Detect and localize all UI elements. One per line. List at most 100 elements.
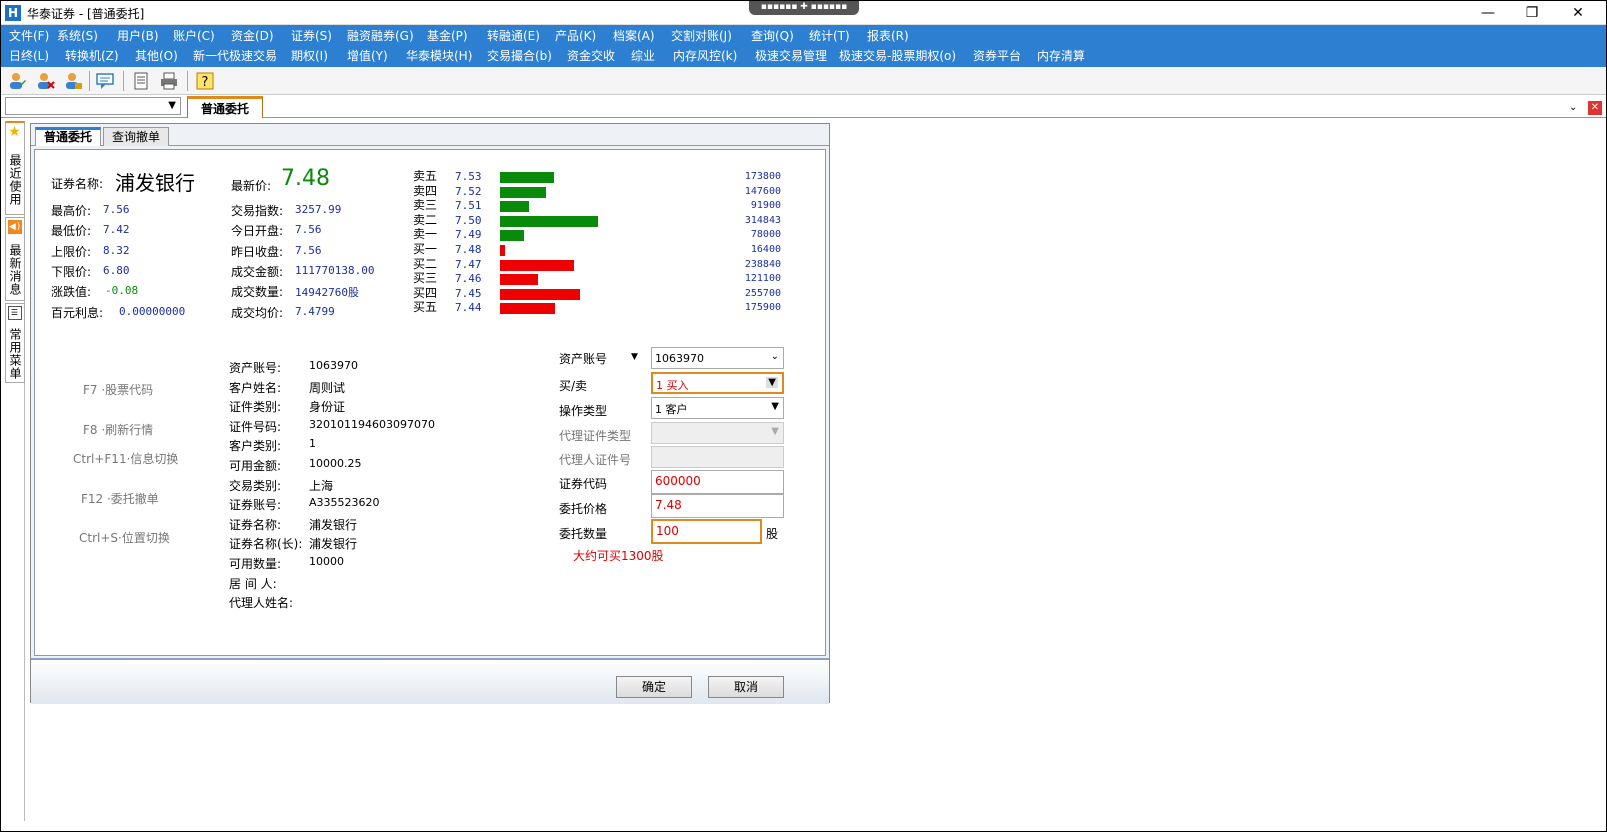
- depth-volume: 16400: [750, 244, 781, 255]
- info-label: 客户姓名:: [229, 380, 282, 395]
- menu-item[interactable]: 交易撮合(b): [487, 47, 552, 64]
- menu-item[interactable]: 综业: [631, 47, 655, 64]
- depth-label: 买五: [413, 300, 438, 315]
- buy-sell-select[interactable]: 1 买入 ▼: [651, 372, 784, 394]
- menu-item[interactable]: 其他(O): [135, 47, 178, 64]
- drag-handle[interactable]: ▪▪▪▪▪▪ ✚ ▪▪▪▪▪▪: [749, 1, 859, 15]
- menu-item[interactable]: 新一代极速交易: [193, 47, 277, 64]
- message-icon[interactable]: [95, 71, 115, 91]
- sidebar-tab-recent-label: 最近使用: [8, 153, 22, 206]
- last-price-label: 最新价:: [231, 179, 272, 193]
- menu-item[interactable]: 档案(A): [613, 27, 655, 44]
- info-label: 居 间 人:: [229, 576, 277, 591]
- sidebar-tab-menu-label: 常用菜单: [8, 328, 22, 380]
- menu-item[interactable]: 期权(I): [291, 47, 328, 64]
- menu-item[interactable]: 基金(P): [427, 27, 468, 44]
- speaker-icon: ◀): [8, 220, 22, 234]
- menu-item[interactable]: 极速交易管理: [755, 47, 827, 64]
- hotkey-hint: Ctrl+F11·信息切换: [73, 452, 179, 466]
- tab-normal-order-sub[interactable]: 普通委托: [35, 127, 102, 146]
- menu-item[interactable]: 资金(D): [231, 27, 274, 44]
- caret-down-icon[interactable]: ▼: [631, 352, 638, 362]
- menu-item[interactable]: 极速交易-股票期权(o): [839, 47, 956, 64]
- info-label: 可用数量:: [229, 557, 282, 571]
- window-select-dropdown[interactable]: ▼: [5, 97, 181, 115]
- document-icon[interactable]: [131, 71, 151, 91]
- quote-left-value: 6.80: [103, 263, 130, 277]
- depth-price: 7.44: [455, 301, 482, 315]
- price-label: 委托价格: [559, 502, 608, 516]
- tab-list-chevron-icon[interactable]: ⌄: [1566, 101, 1580, 115]
- last-price-value: 7.48: [281, 166, 330, 191]
- asset-account-select[interactable]: 1063970 ⌄: [651, 347, 784, 369]
- stock-name-label: 证券名称:: [51, 177, 104, 191]
- menu-item[interactable]: 增值(Y): [347, 47, 388, 64]
- depth-label: 买一: [413, 242, 438, 256]
- menu-item[interactable]: 内存清算: [1037, 47, 1085, 64]
- printer-icon[interactable]: [159, 71, 179, 91]
- info-value: 身份证: [309, 400, 346, 415]
- quote-mid-label: 成交金额:: [231, 264, 284, 279]
- menu-item[interactable]: 产品(K): [555, 27, 596, 44]
- hotkey-hint: Ctrl+S·位置切换: [79, 531, 170, 545]
- depth-volume: 238840: [744, 258, 781, 270]
- depth-price: 7.53: [455, 170, 482, 183]
- menu-item[interactable]: 融资融券(G): [347, 27, 414, 44]
- title-bar: H 华泰证券 - [普通委托] ▪▪▪▪▪▪ ✚ ▪▪▪▪▪▪ — ❐ ✕: [1, 1, 1606, 25]
- menu-item[interactable]: 证券(S): [291, 27, 332, 44]
- normal-order-dialog: 普通委托 查询撤单 证券名称: 浦发银行 最高价: 7.56 最低价: 7.42 上限价…: [30, 123, 830, 704]
- help-icon[interactable]: ?: [195, 71, 215, 91]
- restore-icon[interactable]: ❐: [1517, 3, 1547, 23]
- agent-cert-no-input[interactable]: [651, 446, 784, 468]
- op-type-value: 1 客户: [655, 403, 688, 416]
- cancel-button[interactable]: 取消: [708, 676, 784, 698]
- menu-item[interactable]: 转融通(E): [487, 27, 540, 44]
- close-icon[interactable]: ✕: [1563, 3, 1593, 23]
- menu-item[interactable]: 账户(C): [173, 27, 215, 44]
- menu-item[interactable]: 统计(T): [809, 27, 850, 44]
- sidebar-tab-recent[interactable]: ★ 最近使用: [5, 121, 25, 215]
- user-lock-icon[interactable]: [63, 71, 83, 91]
- menu-item[interactable]: 报表(R): [867, 27, 909, 44]
- menu-item[interactable]: 交割对账(J): [671, 27, 732, 44]
- user-edit-icon[interactable]: [7, 71, 27, 91]
- tab-query-cancel[interactable]: 查询撤单: [103, 127, 170, 146]
- price-input[interactable]: 7.48: [651, 494, 784, 518]
- sidebar-tab-news[interactable]: ◀) 最新消息: [5, 217, 25, 301]
- sidebar-tab-menu[interactable]: ☰ 常用菜单: [5, 303, 25, 383]
- menu-item[interactable]: 文件(F): [9, 27, 49, 44]
- minimize-icon[interactable]: —: [1473, 3, 1503, 23]
- quote-left-label: 涨跌值:: [51, 285, 92, 300]
- depth-label: 卖一: [413, 227, 438, 242]
- tab-normal-order[interactable]: 普通委托: [187, 96, 263, 118]
- tab-close-icon[interactable]: ✕: [1588, 101, 1602, 115]
- info-value: 10000.25: [309, 457, 362, 470]
- tab-controls: ⌄ ✕: [1562, 99, 1602, 115]
- chevron-down-icon: ▼: [771, 401, 779, 412]
- qty-input[interactable]: 100: [651, 519, 762, 544]
- quote-left-label: 下限价:: [51, 264, 92, 279]
- app-logo-icon: H: [5, 5, 21, 21]
- menu-item[interactable]: 转换机(Z): [65, 47, 119, 64]
- qty-value: 100: [656, 524, 679, 538]
- agent-cert-type-select[interactable]: ▼: [651, 422, 784, 444]
- order-panel: 证券名称: 浦发银行 最高价: 7.56 最低价: 7.42 上限价: 8.32 下限价: 6…: [34, 149, 826, 656]
- menu-item[interactable]: 资券平台: [973, 47, 1021, 64]
- user-delete-icon[interactable]: [35, 71, 55, 91]
- depth-bar: [500, 245, 505, 256]
- hotkey-hint: F8 ·刷新行情: [83, 423, 154, 437]
- menu-item[interactable]: 查询(Q): [751, 27, 794, 44]
- menu-item[interactable]: 华泰模块(H): [406, 47, 472, 64]
- depth-volume: 78000: [750, 229, 781, 241]
- confirm-button[interactable]: 确定: [616, 676, 692, 698]
- op-type-select[interactable]: 1 客户 ▼: [651, 397, 784, 419]
- depth-label: 卖五: [413, 169, 438, 183]
- info-label: 代理人姓名:: [229, 596, 294, 611]
- menu-item[interactable]: 资金交收: [567, 47, 615, 64]
- stock-code-input[interactable]: 600000: [651, 470, 784, 494]
- menu-item[interactable]: 内存风控(k): [673, 47, 737, 64]
- sidebar-tab-news-label: 最新消息: [8, 244, 22, 296]
- menu-item[interactable]: 系统(S): [57, 27, 98, 44]
- menu-item[interactable]: 日终(L): [9, 47, 49, 64]
- menu-item[interactable]: 用户(B): [117, 27, 159, 44]
